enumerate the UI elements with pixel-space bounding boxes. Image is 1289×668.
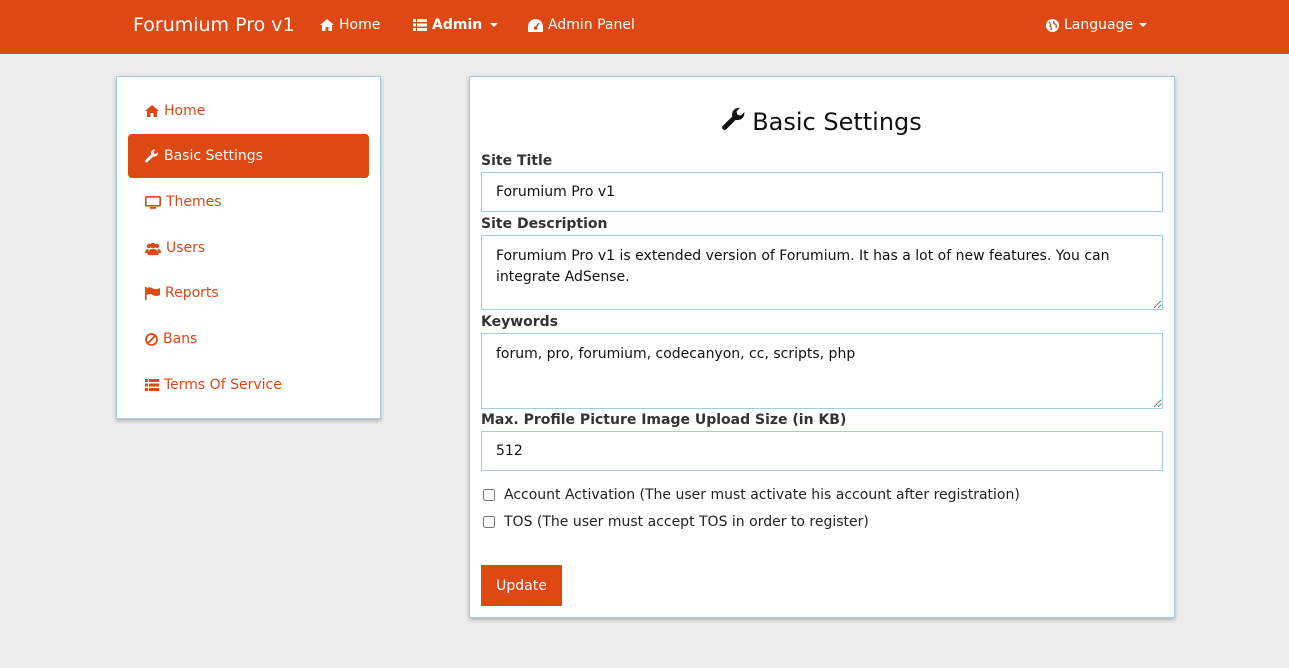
site-description-label: Site Description [481,216,608,232]
globe-icon [1046,18,1059,32]
home-icon [320,19,334,31]
site-description-textarea[interactable]: Forumium Pro v1 is extended version of F… [481,235,1163,310]
account-activation-row: Account Activation (The user must activa… [483,487,1020,503]
tos-checkbox[interactable] [483,516,495,528]
nav-home-link[interactable]: Home [320,17,380,33]
account-activation-label: Account Activation (The user must activa… [504,487,1020,503]
nav-admin-dropdown[interactable]: Admin [413,17,499,33]
sidebar-item-label: Bans [163,331,198,347]
wrench-icon [145,149,159,163]
page-title-text: Basic Settings [752,108,922,136]
flag-icon [145,286,160,300]
upload-size-input[interactable] [481,431,1163,471]
home-icon [145,105,159,117]
sidebar-item-label: Reports [165,285,219,301]
sidebar-item-label: Home [164,103,206,119]
nav-admin-label: Admin [432,17,483,33]
dashboard-icon [528,18,543,32]
list-icon [413,19,427,31]
users-icon [145,242,161,255]
nav-home-label: Home [339,17,381,33]
basic-settings-panel: Basic Settings Site Title Site Descripti… [469,76,1175,618]
nav-admin-panel-link[interactable]: Admin Panel [528,17,635,33]
update-button[interactable]: Update [481,565,562,606]
tos-label: TOS (The user must accept TOS in order t… [504,514,869,530]
chevron-down-icon [490,23,499,27]
brand-title[interactable]: Forumium Pro v1 [133,14,295,36]
admin-sidebar: Home Basic Settings Themes Users Reports… [116,76,381,419]
sidebar-item-basic-settings[interactable]: Basic Settings [128,134,369,178]
sidebar-item-label: Users [166,240,206,256]
sidebar-item-bans[interactable]: Bans [128,317,369,361]
sidebar-item-label: Terms Of Service [164,377,282,393]
site-title-input[interactable] [481,172,1163,212]
top-navbar: Forumium Pro v1 Home Admin Admin Panel L… [0,0,1289,54]
sidebar-item-label: Themes [166,194,222,210]
site-title-label: Site Title [481,153,553,169]
nav-language-dropdown[interactable]: Language [1046,17,1148,33]
list-icon [145,379,159,391]
sidebar-item-label: Basic Settings [164,148,263,164]
sidebar-item-themes[interactable]: Themes [128,180,369,224]
sidebar-item-terms-of-service[interactable]: Terms Of Service [128,363,369,407]
sidebar-item-reports[interactable]: Reports [128,271,369,315]
tos-row: TOS (The user must accept TOS in order t… [483,514,869,530]
sidebar-item-home[interactable]: Home [128,89,369,133]
keywords-label: Keywords [481,314,559,330]
sidebar-item-users[interactable]: Users [128,226,369,270]
wrench-icon [722,107,746,137]
chevron-down-icon [1139,23,1148,27]
ban-icon [145,332,158,346]
keywords-textarea[interactable]: forum, pro, forumium, codecanyon, cc, sc… [481,333,1163,409]
account-activation-checkbox[interactable] [483,489,495,501]
monitor-icon [145,195,161,209]
upload-size-label: Max. Profile Picture Image Upload Size (… [481,412,847,428]
nav-language-label: Language [1064,17,1134,33]
page-title: Basic Settings [470,107,1174,137]
nav-admin-panel-label: Admin Panel [548,17,635,33]
